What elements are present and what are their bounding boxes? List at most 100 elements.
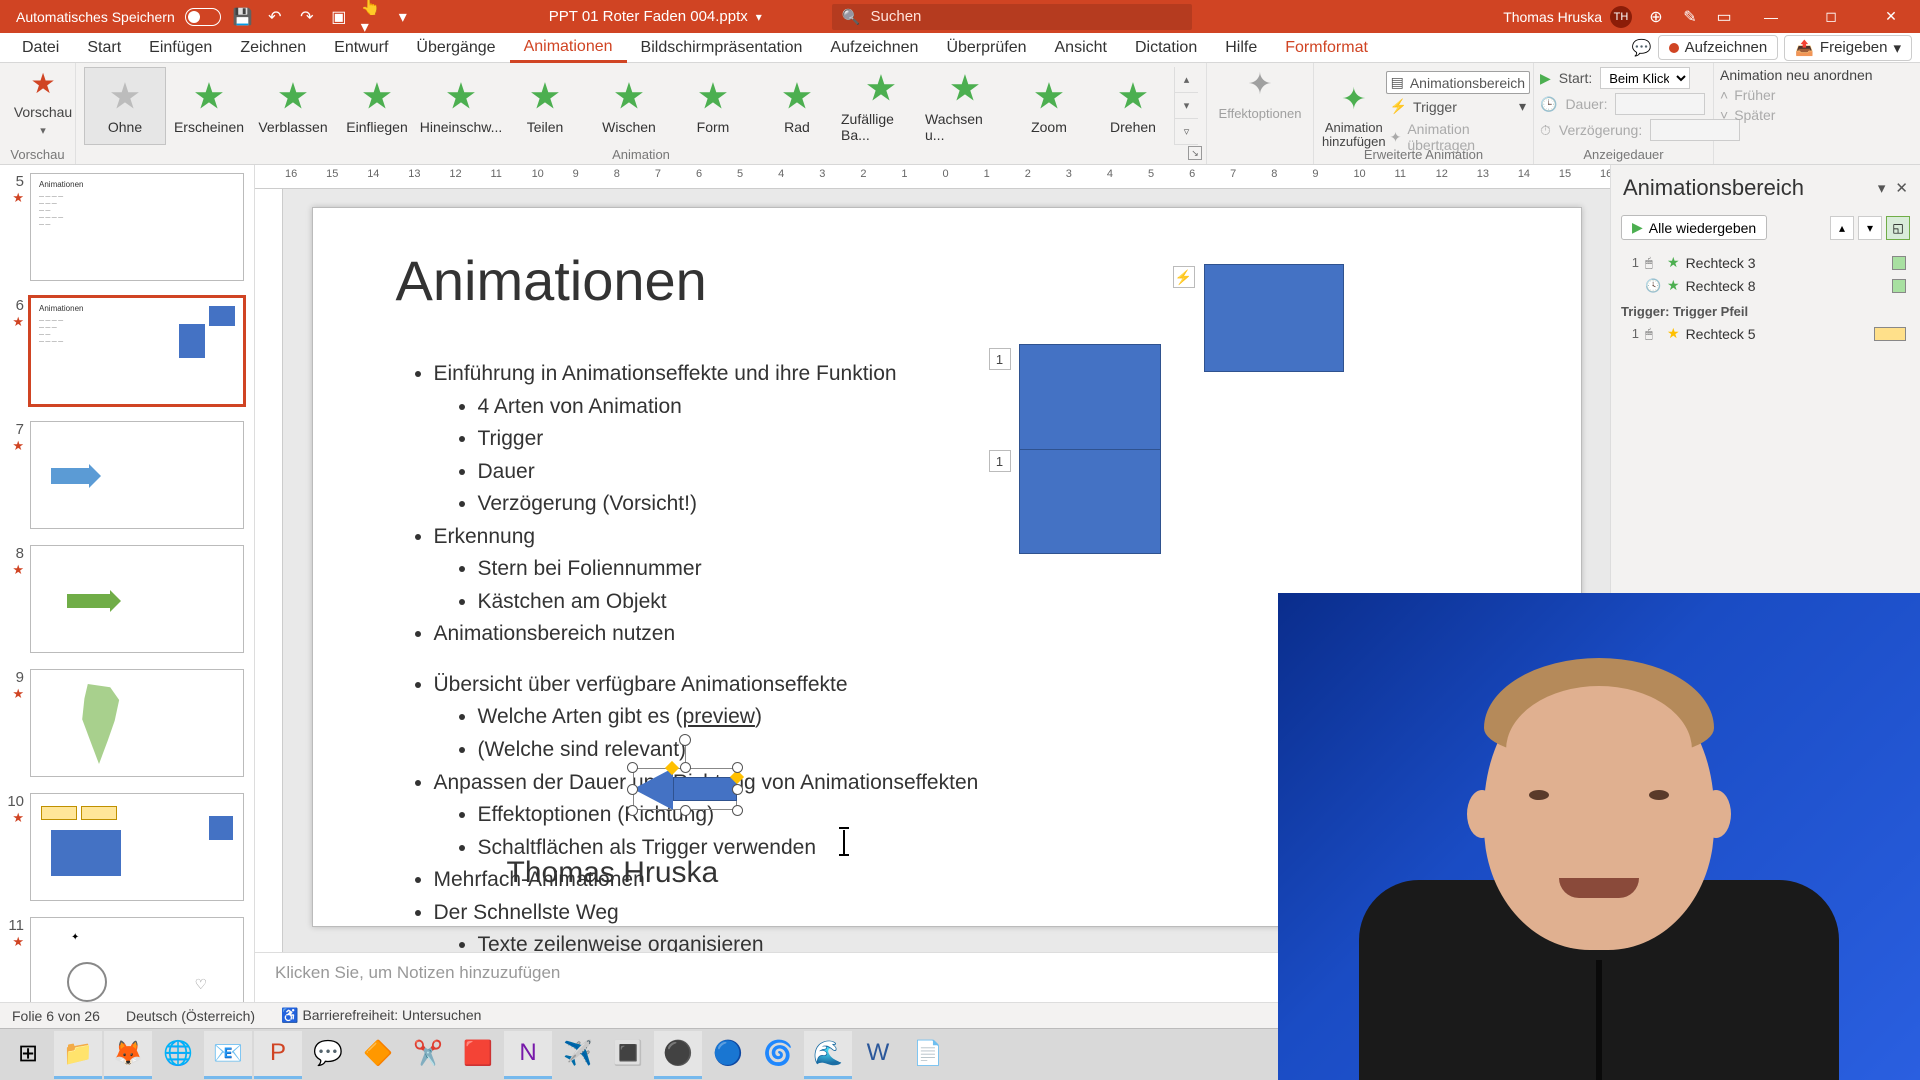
- slide-thumbnail-6[interactable]: 6★Animationen— — — —— — —— —— — — —: [0, 289, 254, 413]
- task-app6[interactable]: 📄: [904, 1031, 952, 1079]
- account-button[interactable]: Thomas Hruska TH: [1503, 6, 1632, 28]
- slide-thumbnail-5[interactable]: 5★Animationen— — — —— — —— —— — — —— —: [0, 165, 254, 289]
- record-button[interactable]: Aufzeichnen: [1658, 35, 1779, 60]
- resize-handle-s[interactable]: [680, 805, 691, 816]
- slide-counter[interactable]: Folie 6 von 26: [12, 1008, 100, 1024]
- task-app[interactable]: 💬: [304, 1031, 352, 1079]
- task-onenote[interactable]: N: [504, 1031, 552, 1079]
- seconds-view-button[interactable]: ◱: [1886, 216, 1910, 240]
- preview-button[interactable]: ★ Vorschau ▾: [8, 67, 78, 137]
- toggle-switch-icon[interactable]: [185, 8, 221, 26]
- gallery-item-teilen[interactable]: ★Teilen: [504, 67, 586, 145]
- task-chrome[interactable]: 🌐: [154, 1031, 202, 1079]
- shape-rectangle-8[interactable]: [1204, 264, 1344, 372]
- anim-list-item[interactable]: 1🖱★Rechteck 3: [1621, 252, 1910, 273]
- gallery-item-ohne[interactable]: ★Ohne: [84, 67, 166, 145]
- gallery-expand-icon[interactable]: ▿: [1175, 119, 1198, 145]
- gallery-item-drehen[interactable]: ★Drehen: [1092, 67, 1174, 145]
- touch-mode-icon[interactable]: 👆▾: [361, 7, 381, 27]
- tab-start[interactable]: Start: [73, 35, 135, 61]
- task-obs[interactable]: ⚫: [654, 1031, 702, 1079]
- autosave-toggle[interactable]: Automatisches Speichern: [16, 8, 221, 26]
- play-all-button[interactable]: ▶Alle wiedergeben: [1621, 215, 1767, 240]
- task-telegram[interactable]: ✈️: [554, 1031, 602, 1079]
- save-icon[interactable]: 💾: [233, 7, 253, 27]
- resize-handle-e[interactable]: [732, 784, 743, 795]
- scroll-up-icon[interactable]: ▴: [1175, 67, 1198, 93]
- animation-tag-1[interactable]: 1: [989, 348, 1011, 370]
- start-select[interactable]: Beim Klicken: [1600, 67, 1690, 89]
- search-input[interactable]: [871, 8, 1182, 25]
- slide-title[interactable]: Animationen: [396, 248, 707, 313]
- animation-gallery[interactable]: ★Ohne★Erscheinen★Verblassen★Einfliegen★H…: [84, 67, 1174, 145]
- tab-transitions[interactable]: Übergänge: [402, 35, 509, 61]
- timeline-bar[interactable]: [1892, 279, 1906, 293]
- resize-handle-sw[interactable]: [627, 805, 638, 816]
- task-powerpoint[interactable]: P: [254, 1031, 302, 1079]
- lang-indicator[interactable]: Deutsch (Österreich): [126, 1008, 255, 1024]
- gallery-item-zoom[interactable]: ★Zoom: [1008, 67, 1090, 145]
- task-edge[interactable]: 🌊: [804, 1031, 852, 1079]
- rotate-handle[interactable]: [679, 734, 691, 746]
- gallery-item-einfliegen[interactable]: ★Einfliegen: [336, 67, 418, 145]
- task-firefox[interactable]: 🦊: [104, 1031, 152, 1079]
- start-timing-row[interactable]: ▶ Start: Beim Klicken: [1540, 67, 1707, 89]
- animation-list[interactable]: 1🖱★Rechteck 3🕓★Rechteck 8Trigger: Trigge…: [1611, 250, 1920, 346]
- gallery-item-form[interactable]: ★Form: [672, 67, 754, 145]
- task-app4[interactable]: 🔵: [704, 1031, 752, 1079]
- present-live-icon[interactable]: ⊕: [1646, 7, 1666, 27]
- move-up-button[interactable]: ▴: [1830, 216, 1854, 240]
- document-title[interactable]: PPT 01 Roter Faden 004.pptx ▾: [549, 8, 762, 25]
- trigger-button[interactable]: ⚡Trigger▾: [1386, 96, 1530, 117]
- gallery-item-erscheinen[interactable]: ★Erscheinen: [168, 67, 250, 145]
- search-bar[interactable]: 🔍: [832, 4, 1192, 30]
- slide-thumbnail-10[interactable]: 10★: [0, 785, 254, 909]
- dialog-launcher-icon[interactable]: ↘: [1188, 146, 1202, 160]
- animation-tag-1b[interactable]: 1: [989, 450, 1011, 472]
- resize-handle-nw[interactable]: [627, 762, 638, 773]
- gallery-item-wachsen u...[interactable]: ★Wachsen u...: [924, 67, 1006, 145]
- chevron-down-icon[interactable]: ▾: [756, 10, 762, 24]
- maximize-button[interactable]: ◻: [1808, 0, 1854, 33]
- resize-handle-w[interactable]: [627, 784, 638, 795]
- task-app3[interactable]: 🔳: [604, 1031, 652, 1079]
- accessibility-indicator[interactable]: ♿ Barrierefreiheit: Untersuchen: [281, 1007, 481, 1024]
- tab-design[interactable]: Entwurf: [320, 35, 402, 61]
- chevron-down-icon[interactable]: ▾: [40, 124, 46, 137]
- present-from-start-icon[interactable]: ▣: [329, 7, 349, 27]
- tab-review[interactable]: Überprüfen: [932, 35, 1040, 61]
- collapse-icon[interactable]: ▾: [1878, 179, 1886, 197]
- animation-pane-button[interactable]: ▤Animationsbereich: [1386, 71, 1530, 94]
- share-button[interactable]: 📤Freigeben▾: [1784, 35, 1912, 61]
- slide-thumbnail-8[interactable]: 8★: [0, 537, 254, 661]
- gallery-item-verblassen[interactable]: ★Verblassen: [252, 67, 334, 145]
- timeline-bar[interactable]: [1874, 327, 1906, 341]
- tab-record[interactable]: Aufzeichnen: [816, 35, 932, 61]
- coming-soon-icon[interactable]: ✎: [1680, 7, 1700, 27]
- gallery-item-zufällige ba...[interactable]: ★Zufällige Ba...: [840, 67, 922, 145]
- comments-icon[interactable]: 💬: [1632, 38, 1652, 58]
- task-vlc[interactable]: 🔶: [354, 1031, 402, 1079]
- anim-list-item[interactable]: 🕓★Rechteck 8: [1621, 275, 1910, 296]
- animation-tag-lightning[interactable]: ⚡: [1173, 266, 1195, 288]
- task-snipping[interactable]: ✂️: [404, 1031, 452, 1079]
- scroll-down-icon[interactable]: ▾: [1175, 93, 1198, 119]
- tab-insert[interactable]: Einfügen: [135, 35, 226, 61]
- task-outlook[interactable]: 📧: [204, 1031, 252, 1079]
- undo-icon[interactable]: ↶: [265, 7, 285, 27]
- task-app5[interactable]: 🌀: [754, 1031, 802, 1079]
- gallery-scroll[interactable]: ▴▾▿: [1174, 67, 1198, 145]
- slide-author[interactable]: Thomas Hruska: [507, 856, 719, 890]
- gallery-item-rad[interactable]: ★Rad: [756, 67, 838, 145]
- tab-help[interactable]: Hilfe: [1211, 35, 1271, 61]
- task-word[interactable]: W: [854, 1031, 902, 1079]
- redo-icon[interactable]: ↷: [297, 7, 317, 27]
- gallery-item-hineinschw...[interactable]: ★Hineinschw...: [420, 67, 502, 145]
- close-pane-icon[interactable]: ✕: [1895, 179, 1908, 197]
- slide-thumbnail-7[interactable]: 7★: [0, 413, 254, 537]
- customize-qat-icon[interactable]: ▾: [393, 7, 413, 27]
- minimize-button[interactable]: —: [1748, 0, 1794, 33]
- start-menu-button[interactable]: ⊞: [4, 1031, 52, 1079]
- gallery-item-wischen[interactable]: ★Wischen: [588, 67, 670, 145]
- task-file-explorer[interactable]: 📁: [54, 1031, 102, 1079]
